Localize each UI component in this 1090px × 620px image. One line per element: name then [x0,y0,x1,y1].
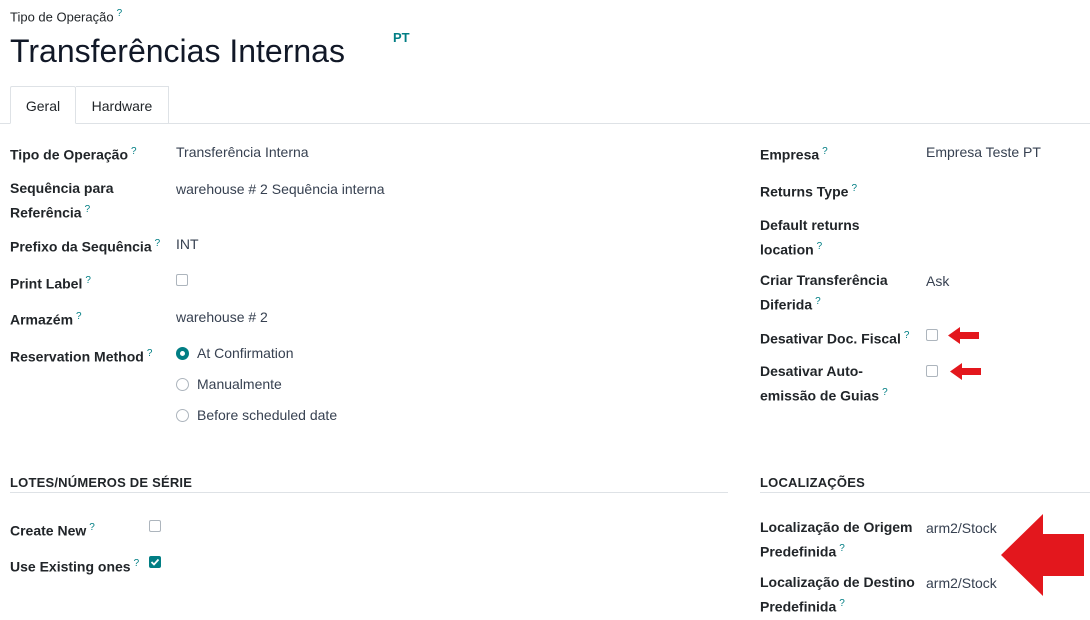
field-label-empresa: Empresa? [760,141,828,166]
label-text: Prefixo da Sequência [10,238,152,255]
radio-at-confirmation[interactable] [176,347,189,360]
breadcrumb-label: Tipo de Operação [10,9,114,25]
help-icon[interactable]: ? [815,296,821,307]
label-text-line2: Predefinida [760,543,837,560]
help-icon[interactable]: ? [85,204,91,215]
field-label-print-label: Print Label? [10,270,91,295]
field-label-destino: Localização de Destino Predefinida? [760,572,915,618]
help-icon[interactable]: ? [904,330,910,341]
section-title-lotes: LOTES/NÚMEROS DE SÉRIE [10,475,193,490]
field-value-tipo-operacao[interactable]: Transferência Interna [176,142,309,163]
field-label-default-returns: Default returns location? [760,215,860,261]
field-label-create-new: Create New? [10,517,95,542]
radio-manualmente[interactable] [176,378,189,391]
radio-before-scheduled[interactable] [176,409,189,422]
help-icon[interactable]: ? [131,146,137,157]
radio-label-manualmente[interactable]: Manualmente [197,374,282,395]
field-label-reservation: Reservation Method? [10,343,152,368]
field-label-use-existing: Use Existing ones? [10,553,139,578]
help-icon[interactable]: ? [89,522,95,533]
label-text-line1: Default returns [760,217,860,233]
label-text: Print Label [10,275,83,292]
help-icon[interactable]: ? [85,275,91,286]
field-label-armazem: Armazém? [10,306,82,331]
tab-geral[interactable]: Geral [10,86,76,124]
section-divider [760,492,1090,493]
help-icon[interactable]: ? [134,558,140,569]
field-value-criar-transferencia[interactable]: Ask [926,271,949,292]
page-title[interactable]: Transferências Internas [10,30,345,72]
label-text: Create New [10,522,87,539]
create-new-checkbox[interactable] [149,520,161,532]
help-icon[interactable]: ? [76,311,82,322]
help-icon[interactable]: ? [882,387,888,398]
annotation-arrow-icon [950,363,981,380]
field-label-prefixo: Prefixo da Sequência? [10,233,160,258]
help-icon[interactable]: ? [147,348,153,359]
label-text-line2: Diferida [760,296,813,313]
section-divider [10,492,728,493]
field-label-sequencia: Sequência para Referência? [10,178,114,224]
desativar-doc-checkbox[interactable] [926,329,938,341]
label-text-line2: emissão de Guias [760,387,880,404]
help-icon[interactable]: ? [839,598,845,609]
label-text-line2: Predefinida [760,598,837,615]
checkmark-icon [150,558,160,566]
field-value-empresa[interactable]: Empresa Teste PT [926,142,1041,163]
radio-label-at-confirmation[interactable]: At Confirmation [197,343,293,364]
label-text: Empresa [760,146,820,163]
field-label-origem: Localização de Origem Predefinida? [760,517,913,563]
field-value-sequencia[interactable]: warehouse # 2 Sequência interna [176,179,385,200]
label-text-line1: Localização de Destino [760,574,915,590]
field-value-destino[interactable]: arm2/Stock [926,573,997,594]
help-icon[interactable]: ? [155,238,161,249]
field-value-prefixo[interactable]: INT [176,234,199,255]
label-text: Use Existing ones [10,558,131,575]
radio-label-before-scheduled[interactable]: Before scheduled date [197,405,337,426]
field-value-origem[interactable]: arm2/Stock [926,518,997,539]
print-label-checkbox[interactable] [176,274,188,286]
label-text-line1: Localização de Origem [760,519,913,535]
help-icon[interactable]: ? [851,183,857,194]
field-label-desativar-auto: Desativar Auto- emissão de Guias? [760,361,888,407]
help-icon[interactable]: ? [822,146,828,157]
annotation-large-arrow-icon [1001,514,1084,596]
label-text-line1: Sequência para [10,180,114,196]
label-text-line1: Criar Transferência [760,272,888,288]
help-icon[interactable]: ? [117,8,123,19]
language-badge[interactable]: PT [393,30,410,45]
section-title-localizacoes: LOCALIZAÇÕES [760,475,865,490]
label-text-line2: location [760,241,814,258]
field-label-criar-transferencia: Criar Transferência Diferida? [760,270,888,316]
label-text: Returns Type [760,183,849,200]
desativar-auto-checkbox[interactable] [926,365,938,377]
tab-hardware[interactable]: Hardware [76,86,169,124]
field-label-returns-type: Returns Type? [760,178,857,203]
use-existing-checkbox[interactable] [149,556,161,568]
label-text: Reservation Method [10,348,144,365]
breadcrumb: Tipo de Operação? [10,8,122,24]
field-label-tipo-operacao: Tipo de Operação? [10,141,137,166]
annotation-arrow-icon [948,327,979,344]
label-text: Desativar Doc. Fiscal [760,330,901,347]
label-text-line2: Referência [10,204,82,221]
help-icon[interactable]: ? [839,543,845,554]
label-text: Tipo de Operação [10,146,128,163]
label-text: Armazém [10,311,74,328]
label-text-line1: Desativar Auto- [760,363,863,379]
field-value-armazem[interactable]: warehouse # 2 [176,307,268,328]
help-icon[interactable]: ? [817,241,823,252]
field-label-desativar-doc: Desativar Doc. Fiscal? [760,325,909,350]
